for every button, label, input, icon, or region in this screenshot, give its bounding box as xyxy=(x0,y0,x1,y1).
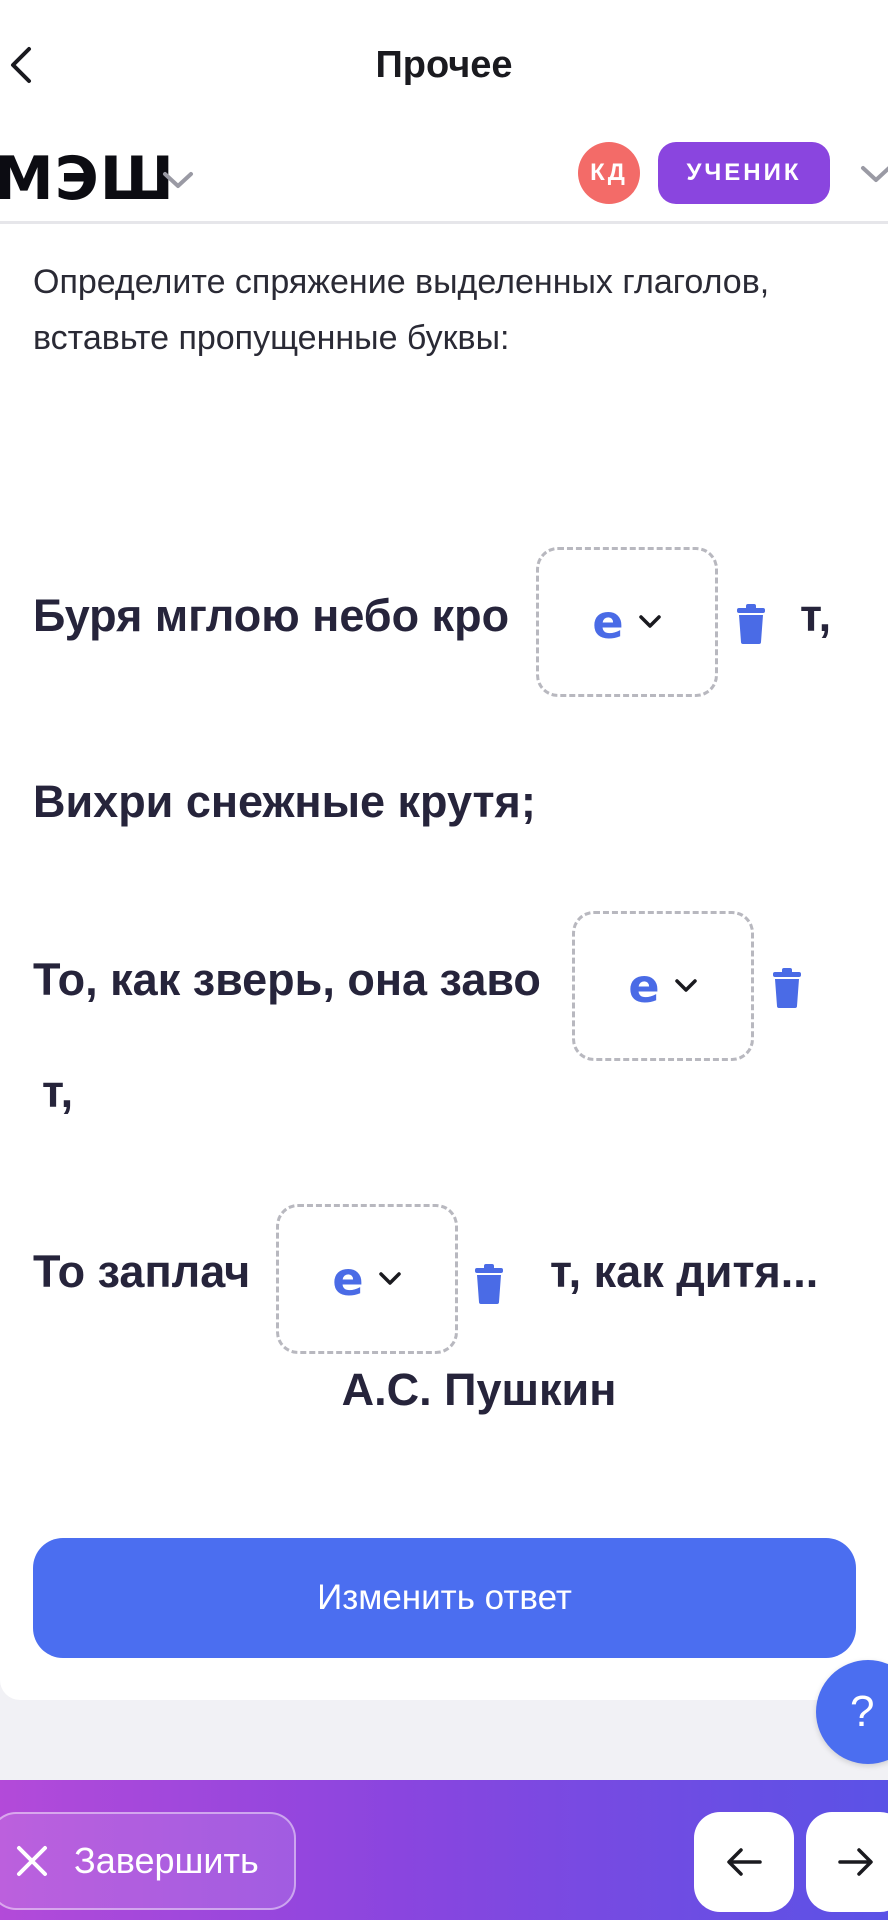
brand-logo[interactable]: МЭШ xyxy=(0,144,175,214)
close-icon xyxy=(17,1846,47,1876)
chevron-down-icon xyxy=(378,1271,402,1287)
prev-question-button[interactable] xyxy=(694,1812,794,1912)
help-icon: ? xyxy=(850,1687,875,1736)
role-menu-toggle[interactable] xyxy=(856,154,888,194)
verse-line-4-start: То заплач xyxy=(33,1246,251,1297)
chevron-down-icon xyxy=(861,166,888,182)
app-screen: Прочее МЭШ КД УЧЕНИК Определите спряжени… xyxy=(0,0,888,1920)
finish-button[interactable]: Завершить xyxy=(0,1812,296,1910)
chevron-down-icon xyxy=(638,614,662,630)
bottom-bar: Завершить xyxy=(0,1780,888,1920)
verse-line-1-end: т, xyxy=(800,590,832,641)
task-instructions: Определите спряжение выделенных глаголов… xyxy=(33,263,770,357)
poem-author: А.С. Пушкин xyxy=(341,1364,617,1415)
arrow-right-icon xyxy=(838,1848,873,1876)
finish-label: Завершить xyxy=(74,1840,259,1881)
answer-dropdown-1[interactable]: е xyxy=(536,547,718,697)
verse-line-2: Вихри снежные крутя; xyxy=(33,776,536,827)
answer-value: е xyxy=(592,595,624,649)
brand-menu-toggle[interactable] xyxy=(158,160,198,200)
verse-line-3-start: То, как зверь, она заво xyxy=(33,954,541,1005)
next-question-button[interactable] xyxy=(806,1812,888,1912)
role-badge[interactable]: УЧЕНИК xyxy=(658,142,830,204)
answer-value: е xyxy=(332,1252,364,1306)
verse-line-3-end: т, xyxy=(42,1066,74,1117)
arrow-left-icon xyxy=(727,1848,762,1876)
task-card: Определите спряжение выделенных глаголов… xyxy=(0,224,888,1700)
verse-line-1-start: Буря мглою небо кро xyxy=(33,590,510,641)
trash-icon[interactable] xyxy=(734,604,768,644)
change-answer-button[interactable]: Изменить ответ xyxy=(33,1538,856,1658)
page-title: Прочее xyxy=(375,44,513,86)
top-nav: Прочее xyxy=(0,0,888,130)
verse-line-4-end: т, как дитя... xyxy=(550,1246,819,1297)
chevron-down-icon xyxy=(674,978,698,994)
avatar[interactable]: КД xyxy=(578,142,640,204)
trash-icon[interactable] xyxy=(770,968,804,1008)
answer-dropdown-2[interactable]: е xyxy=(572,911,754,1061)
app-header: МЭШ КД УЧЕНИК xyxy=(0,130,888,224)
chevron-down-icon xyxy=(163,172,193,188)
answer-dropdown-3[interactable]: е xyxy=(276,1204,458,1354)
trash-icon[interactable] xyxy=(472,1264,506,1304)
answer-value: е xyxy=(628,959,660,1013)
